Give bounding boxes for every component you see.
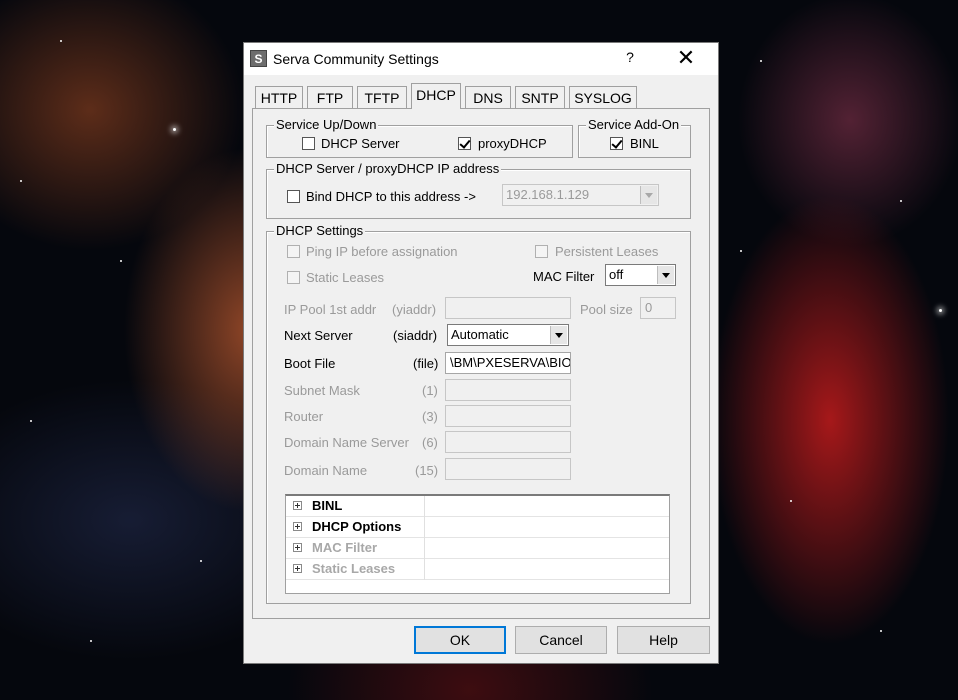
pool-size-input[interactable]: 0 xyxy=(640,297,676,319)
expand-plus-icon[interactable] xyxy=(293,522,302,531)
dhcp-server-label: DHCP Server xyxy=(321,136,400,151)
ip-pool-input[interactable] xyxy=(445,297,571,319)
dns-input[interactable] xyxy=(445,431,571,453)
settings-dialog: S Serva Community Settings ? ✕ HTTP FTP … xyxy=(244,43,718,663)
binl-label: BINL xyxy=(630,136,659,151)
tree-label-static-leases: Static Leases xyxy=(312,561,396,576)
subnet-mask-input[interactable] xyxy=(445,379,571,401)
options-tree[interactable]: BINL DHCP Options MAC Filter Static Leas… xyxy=(285,494,670,594)
chevron-down-icon[interactable] xyxy=(640,186,657,204)
binl-checkbox[interactable] xyxy=(610,137,623,150)
tab-dns[interactable]: DNS xyxy=(465,86,511,108)
boot-file-input[interactable]: \BM\PXESERVA\BIO xyxy=(445,352,571,374)
help-button[interactable]: Help xyxy=(617,626,710,654)
router-tag: (3) xyxy=(422,409,438,424)
tree-column-divider xyxy=(424,496,425,517)
mac-filter-label: MAC Filter xyxy=(533,269,595,284)
next-server-combo[interactable]: Automatic xyxy=(447,324,569,346)
static-leases-checkbox[interactable] xyxy=(287,271,300,284)
tree-column-divider xyxy=(424,517,425,538)
mac-filter-combo[interactable]: off xyxy=(605,264,676,286)
serva-app-icon: S xyxy=(250,50,267,67)
tree-column-divider xyxy=(424,559,425,580)
ping-ip-label: Ping IP before assignation xyxy=(306,244,458,259)
proxy-dhcp-checkbox[interactable] xyxy=(458,137,471,150)
tree-row-static-leases[interactable]: Static Leases xyxy=(286,559,669,580)
tab-ftp[interactable]: FTP xyxy=(307,86,353,108)
persistent-leases-checkbox[interactable] xyxy=(535,245,548,258)
ip-address-group-label: DHCP Server / proxyDHCP IP address xyxy=(274,161,502,177)
next-server-label: Next Server xyxy=(284,328,353,343)
tree-label-dhcp-options: DHCP Options xyxy=(312,519,402,534)
subnet-mask-tag: (1) xyxy=(422,383,438,398)
tab-dhcp[interactable]: DHCP xyxy=(411,83,461,109)
tree-label-binl: BINL xyxy=(312,498,343,513)
dns-label: Domain Name Server xyxy=(284,435,409,450)
proxy-dhcp-label: proxyDHCP xyxy=(478,136,547,151)
static-leases-label: Static Leases xyxy=(306,270,385,285)
close-icon[interactable]: ✕ xyxy=(672,46,700,72)
boot-file-label: Boot File xyxy=(284,356,336,371)
ip-pool-tag: (yiaddr) xyxy=(392,302,437,317)
dhcp-server-checkbox[interactable] xyxy=(302,137,315,150)
tab-syslog[interactable]: SYSLOG xyxy=(569,86,637,108)
expand-plus-icon[interactable] xyxy=(293,543,302,552)
router-input[interactable] xyxy=(445,405,571,427)
ip-pool-label: IP Pool 1st addr xyxy=(284,302,377,317)
tree-label-mac-filter: MAC Filter xyxy=(312,540,377,555)
ping-ip-checkbox[interactable] xyxy=(287,245,300,258)
mac-filter-value: off xyxy=(609,267,624,282)
tree-row-dhcp-options[interactable]: DHCP Options xyxy=(286,517,669,538)
tree-row-mac-filter[interactable]: MAC Filter xyxy=(286,538,669,559)
bind-dhcp-label: Bind DHCP to this address -> xyxy=(306,189,476,204)
bind-address-value: 192.168.1.129 xyxy=(506,187,590,202)
expand-plus-icon[interactable] xyxy=(293,564,302,573)
chevron-down-icon[interactable] xyxy=(550,326,567,344)
dhcp-settings-label: DHCP Settings xyxy=(274,223,366,239)
dns-tag: (6) xyxy=(422,435,438,450)
router-label: Router xyxy=(284,409,324,424)
tree-row-binl[interactable]: BINL xyxy=(286,496,669,517)
help-question-icon[interactable]: ? xyxy=(620,49,640,65)
bind-address-combo[interactable]: 192.168.1.129 xyxy=(502,184,659,206)
title-bar[interactable]: S Serva Community Settings ? ✕ xyxy=(244,43,718,75)
next-server-tag: (siaddr) xyxy=(393,328,438,343)
boot-file-tag: (file) xyxy=(413,356,439,371)
tab-sntp[interactable]: SNTP xyxy=(515,86,565,108)
domain-name-input[interactable] xyxy=(445,458,571,480)
tab-tftp[interactable]: TFTP xyxy=(357,86,407,108)
service-updown-label: Service Up/Down xyxy=(274,117,379,133)
pool-size-label: Pool size xyxy=(580,302,633,317)
next-server-value: Automatic xyxy=(451,327,509,342)
expand-plus-icon[interactable] xyxy=(293,501,302,510)
subnet-mask-label: Subnet Mask xyxy=(284,383,360,398)
tab-http[interactable]: HTTP xyxy=(255,86,303,108)
ok-button[interactable]: OK xyxy=(414,626,506,654)
service-addon-label: Service Add-On xyxy=(586,117,682,133)
domain-name-tag: (15) xyxy=(415,463,439,478)
persistent-leases-label: Persistent Leases xyxy=(555,244,659,259)
tree-column-divider xyxy=(424,538,425,559)
window-title: Serva Community Settings xyxy=(273,51,439,67)
cancel-button[interactable]: Cancel xyxy=(515,626,607,654)
chevron-down-icon[interactable] xyxy=(657,266,674,284)
domain-name-label: Domain Name xyxy=(284,463,368,478)
bind-dhcp-checkbox[interactable] xyxy=(287,190,300,203)
